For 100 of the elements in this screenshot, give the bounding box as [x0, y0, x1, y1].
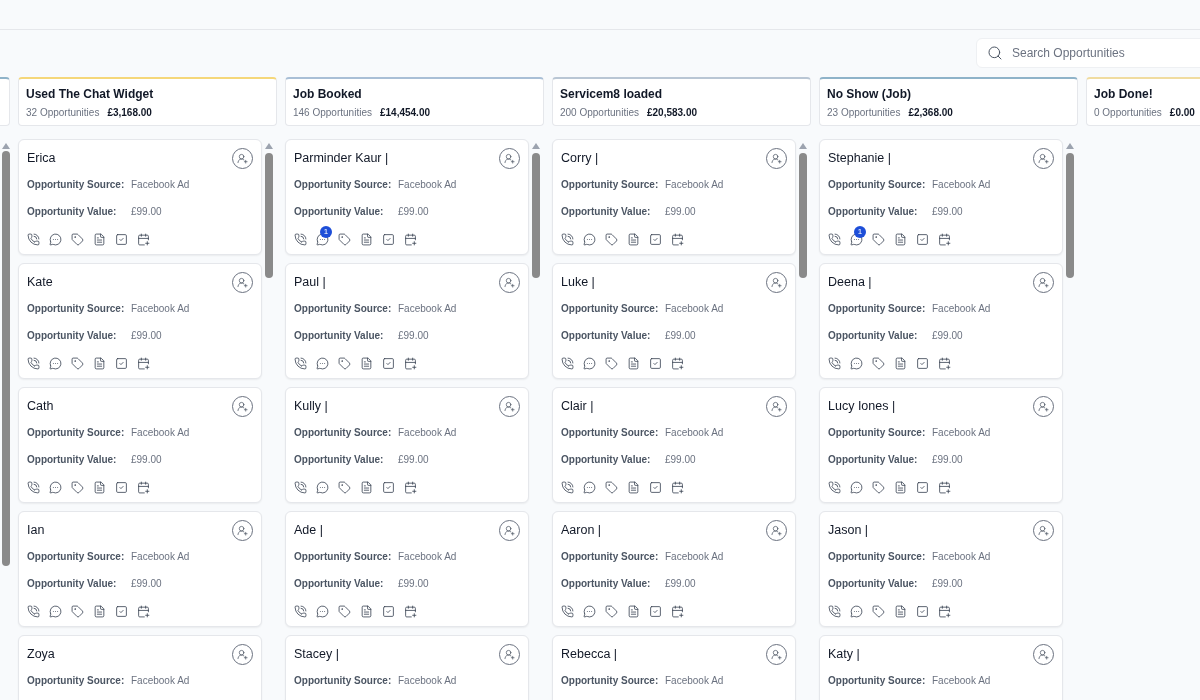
- chat-icon[interactable]: [850, 233, 863, 246]
- calendar-plus-icon[interactable]: [137, 357, 150, 370]
- tag-icon[interactable]: [338, 357, 351, 370]
- opportunity-card[interactable]: Ian Opportunity Source: Facebook Ad Opportunity Value: £99.00: [18, 511, 262, 627]
- tag-icon[interactable]: [71, 233, 84, 246]
- tag-icon[interactable]: [71, 605, 84, 618]
- chat-icon[interactable]: [49, 357, 62, 370]
- search-bar[interactable]: Search Opportunities: [976, 38, 1200, 68]
- document-icon[interactable]: [894, 357, 907, 370]
- checkbox-icon[interactable]: [649, 233, 662, 246]
- chat-icon[interactable]: [850, 605, 863, 618]
- tag-icon[interactable]: [338, 481, 351, 494]
- phone-icon[interactable]: [561, 605, 574, 618]
- checkbox-icon[interactable]: [115, 605, 128, 618]
- checkbox-icon[interactable]: [382, 605, 395, 618]
- scroll-up-icon[interactable]: [532, 143, 540, 149]
- opportunity-card[interactable]: Zoya Opportunity Source: Facebook Ad: [18, 635, 262, 700]
- calendar-plus-icon[interactable]: [404, 481, 417, 494]
- opportunity-card[interactable]: Paul | Opportunity Source: Facebook Ad Opportunity Value: £99.00: [285, 263, 529, 379]
- checkbox-icon[interactable]: [382, 233, 395, 246]
- calendar-plus-icon[interactable]: [938, 233, 951, 246]
- scroll-up-icon[interactable]: [799, 143, 807, 149]
- document-icon[interactable]: [627, 481, 640, 494]
- calendar-plus-icon[interactable]: [938, 605, 951, 618]
- chat-icon[interactable]: [850, 481, 863, 494]
- opportunity-card[interactable]: Lucy Iones | Opportunity Source: Facebook Ad Opportunity Value: £99.00: [819, 387, 1063, 503]
- document-icon[interactable]: [93, 233, 106, 246]
- phone-icon[interactable]: [27, 605, 40, 618]
- checkbox-icon[interactable]: [916, 605, 929, 618]
- phone-icon[interactable]: [27, 357, 40, 370]
- scrollbar-thumb[interactable]: [265, 153, 273, 278]
- opportunity-card[interactable]: Deena | Opportunity Source: Facebook Ad Opportunity Value: £99.00: [819, 263, 1063, 379]
- opportunity-card[interactable]: Rebecca | Opportunity Source: Facebook Ad: [552, 635, 796, 700]
- document-icon[interactable]: [93, 357, 106, 370]
- tag-icon[interactable]: [872, 357, 885, 370]
- document-icon[interactable]: [894, 605, 907, 618]
- phone-icon[interactable]: [561, 481, 574, 494]
- phone-icon[interactable]: [561, 357, 574, 370]
- checkbox-icon[interactable]: [916, 357, 929, 370]
- document-icon[interactable]: [360, 605, 373, 618]
- chat-icon[interactable]: [583, 605, 596, 618]
- chat-icon[interactable]: [316, 605, 329, 618]
- opportunity-card[interactable]: Stacey | Opportunity Source: Facebook Ad: [285, 635, 529, 700]
- phone-icon[interactable]: [294, 481, 307, 494]
- chat-icon[interactable]: [49, 481, 62, 494]
- scrollbar-thumb[interactable]: [1066, 153, 1074, 278]
- checkbox-icon[interactable]: [649, 357, 662, 370]
- calendar-plus-icon[interactable]: [938, 481, 951, 494]
- chat-icon[interactable]: [583, 357, 596, 370]
- opportunity-card[interactable]: Kully | Opportunity Source: Facebook Ad Opportunity Value: £99.00: [285, 387, 529, 503]
- scroll-up-icon[interactable]: [265, 143, 273, 149]
- checkbox-icon[interactable]: [382, 357, 395, 370]
- checkbox-icon[interactable]: [382, 481, 395, 494]
- opportunity-card[interactable]: Katy | Opportunity Source: Facebook Ad: [819, 635, 1063, 700]
- phone-icon[interactable]: [828, 233, 841, 246]
- checkbox-icon[interactable]: [649, 481, 662, 494]
- phone-icon[interactable]: [828, 481, 841, 494]
- tag-icon[interactable]: [872, 233, 885, 246]
- document-icon[interactable]: [93, 481, 106, 494]
- checkbox-icon[interactable]: [916, 233, 929, 246]
- opportunity-card[interactable]: Erica Opportunity Source: Facebook Ad Opportunity Value: £99.00: [18, 139, 262, 255]
- calendar-plus-icon[interactable]: [671, 605, 684, 618]
- document-icon[interactable]: [360, 233, 373, 246]
- chat-icon[interactable]: [49, 233, 62, 246]
- calendar-plus-icon[interactable]: [137, 233, 150, 246]
- tag-icon[interactable]: [338, 605, 351, 618]
- chat-icon[interactable]: [316, 233, 329, 246]
- scrollbar-thumb[interactable]: [799, 153, 807, 278]
- opportunity-card[interactable]: Parminder Kaur | Opportunity Source: Facebook Ad Opportunity Value: £99.00 1: [285, 139, 529, 255]
- calendar-plus-icon[interactable]: [404, 357, 417, 370]
- document-icon[interactable]: [894, 481, 907, 494]
- document-icon[interactable]: [894, 233, 907, 246]
- phone-icon[interactable]: [828, 605, 841, 618]
- scroll-up-icon[interactable]: [1066, 143, 1074, 149]
- calendar-plus-icon[interactable]: [404, 605, 417, 618]
- tag-icon[interactable]: [338, 233, 351, 246]
- calendar-plus-icon[interactable]: [938, 357, 951, 370]
- tag-icon[interactable]: [605, 481, 618, 494]
- phone-icon[interactable]: [27, 233, 40, 246]
- search-field[interactable]: Search Opportunities: [1012, 44, 1192, 62]
- tag-icon[interactable]: [872, 605, 885, 618]
- phone-icon[interactable]: [561, 233, 574, 246]
- tag-icon[interactable]: [605, 357, 618, 370]
- chat-icon[interactable]: [583, 233, 596, 246]
- checkbox-icon[interactable]: [115, 481, 128, 494]
- document-icon[interactable]: [627, 233, 640, 246]
- tag-icon[interactable]: [872, 481, 885, 494]
- tag-icon[interactable]: [605, 605, 618, 618]
- checkbox-icon[interactable]: [649, 605, 662, 618]
- document-icon[interactable]: [627, 357, 640, 370]
- tag-icon[interactable]: [71, 481, 84, 494]
- checkbox-icon[interactable]: [916, 481, 929, 494]
- document-icon[interactable]: [93, 605, 106, 618]
- calendar-plus-icon[interactable]: [671, 481, 684, 494]
- tag-icon[interactable]: [71, 357, 84, 370]
- calendar-plus-icon[interactable]: [671, 233, 684, 246]
- scrollbar-thumb[interactable]: [532, 153, 540, 278]
- chat-icon[interactable]: [316, 357, 329, 370]
- phone-icon[interactable]: [294, 357, 307, 370]
- opportunity-card[interactable]: Cath Opportunity Source: Facebook Ad Opportunity Value: £99.00: [18, 387, 262, 503]
